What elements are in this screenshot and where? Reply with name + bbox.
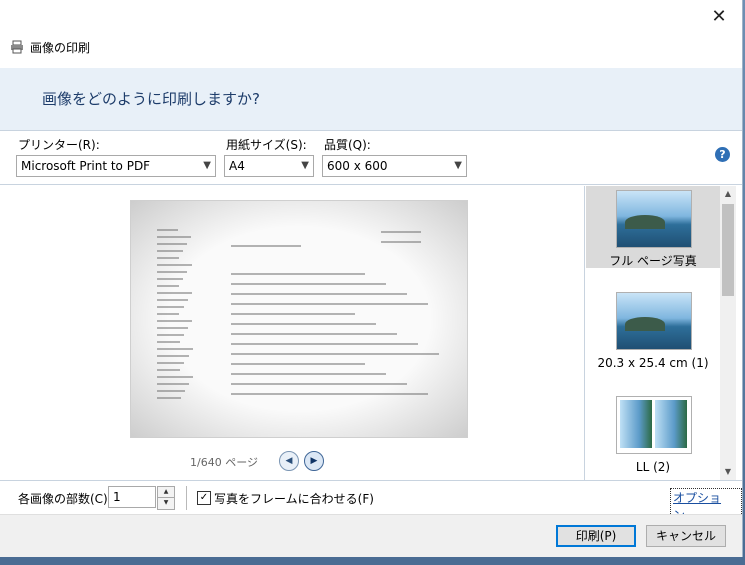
options-row: 各画像の部数(C): 1 ▲ ▼ ✓ 写真をフレームに合わせる(F) オプション…	[0, 482, 742, 524]
divider	[584, 186, 585, 480]
printer-select[interactable]: Microsoft Print to PDF ▼	[16, 155, 216, 177]
printer-value: Microsoft Print to PDF	[21, 159, 151, 173]
page-preview	[130, 200, 468, 438]
layout-label: LL (2)	[635, 460, 671, 474]
quality-label: 品質(Q):	[324, 138, 371, 152]
fit-frame-checkbox[interactable]: ✓	[197, 491, 211, 505]
previous-page-button[interactable]: ◀	[279, 451, 299, 471]
chevron-down-icon: ▼	[454, 160, 462, 171]
chevron-down-icon: ▼	[301, 160, 309, 171]
layout-scrollbar[interactable]: ▲ ▼	[720, 186, 736, 480]
next-page-button[interactable]: ▶	[304, 451, 324, 471]
scroll-up-icon[interactable]: ▲	[720, 186, 736, 202]
printer-label: プリンター(R):	[18, 138, 100, 152]
divider	[186, 486, 187, 510]
copies-label: 各画像の部数(C):	[18, 492, 112, 506]
layout-item-full-page[interactable]: フル ページ写真	[586, 186, 720, 268]
layout-label: フル ページ写真	[609, 254, 697, 268]
footer: 印刷(P) キャンセル	[0, 514, 742, 557]
paper-size-select[interactable]: A4 ▼	[224, 155, 314, 177]
window-title: 画像の印刷	[30, 40, 91, 55]
cancel-button[interactable]: キャンセル	[646, 525, 726, 547]
layout-label: 20.3 x 25.4 cm (1)	[597, 356, 709, 370]
chevron-down-icon: ▼	[203, 160, 211, 171]
photo-thumbnail	[616, 292, 692, 350]
paper-size-value: A4	[229, 159, 245, 173]
quality-value: 600 x 600	[327, 159, 388, 173]
page-indicator: 1/640 ページ	[190, 456, 258, 469]
printer-icon	[10, 40, 24, 54]
photo-thumbnail	[616, 396, 692, 454]
print-dialog: ✕ 画像の印刷 画像をどのように印刷しますか? プリンター(R): Micros…	[0, 0, 743, 557]
title-bar: 画像の印刷	[10, 38, 90, 56]
layout-item-ll[interactable]: LL (2)	[586, 392, 720, 474]
quality-select[interactable]: 600 x 600 ▼	[322, 155, 467, 177]
page-heading: 画像をどのように印刷しますか?	[42, 90, 260, 108]
copies-input[interactable]: 1	[108, 486, 156, 508]
paper-size-label: 用紙サイズ(S):	[226, 138, 307, 152]
copies-decrement-button[interactable]: ▼	[157, 497, 175, 510]
print-button[interactable]: 印刷(P)	[556, 525, 636, 547]
layout-item-20x25[interactable]: 20.3 x 25.4 cm (1)	[586, 288, 720, 370]
divider	[0, 184, 742, 185]
fit-frame-label[interactable]: 写真をフレームに合わせる(F)	[214, 490, 374, 507]
header-band: 画像をどのように印刷しますか?	[0, 68, 742, 130]
layout-list: フル ページ写真 20.3 x 25.4 cm (1) LL (2)	[586, 186, 720, 480]
photo-thumbnail	[616, 190, 692, 248]
scroll-down-icon[interactable]: ▼	[720, 464, 736, 480]
preview-pane: 1/640 ページ ◀ ▶	[0, 186, 583, 480]
divider	[0, 130, 742, 131]
close-button[interactable]: ✕	[708, 6, 730, 28]
help-icon[interactable]: ?	[715, 147, 730, 162]
scrollbar-thumb[interactable]	[722, 204, 734, 296]
divider	[0, 480, 742, 481]
